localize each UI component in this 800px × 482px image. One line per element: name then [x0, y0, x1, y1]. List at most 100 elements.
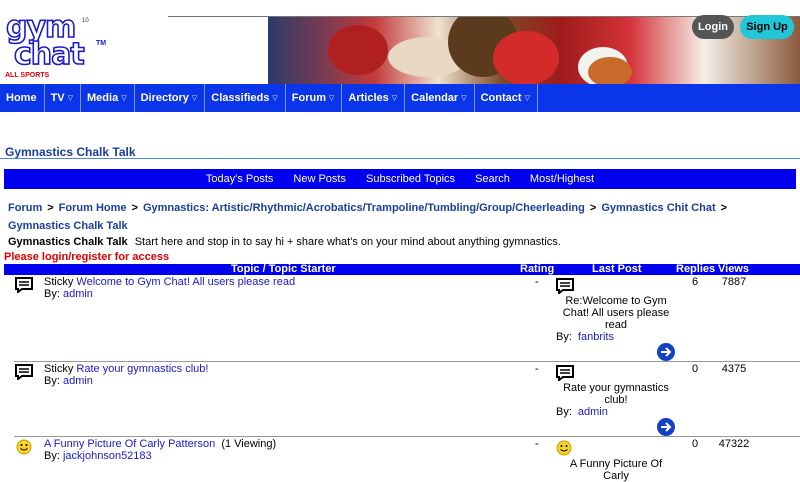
last-post-author: By: fanbrits: [556, 331, 614, 343]
header-rating: Rating: [520, 263, 555, 275]
starter-link[interactable]: jackjohnson52183: [63, 450, 152, 462]
site-header: gym chat 10 TM ALL SPORTS Login Sign Up: [0, 0, 800, 84]
chevron-down-icon: ▽: [272, 95, 278, 102]
table-row: Sticky Welcome to Gym Chat! All users pl…: [0, 276, 800, 361]
topic-rating: -: [535, 438, 539, 450]
sticky-label: Sticky: [44, 276, 74, 288]
breadcrumb-chit-chat[interactable]: Gymnastics Chit Chat: [601, 202, 715, 214]
gymchat-logo[interactable]: gym chat 10 TM ALL SPORTS: [4, 10, 107, 84]
last-post-author-link[interactable]: fanbrits: [578, 331, 614, 343]
header-topic: Topic / Topic Starter: [231, 263, 336, 275]
chevron-down-icon: ▽: [191, 95, 198, 102]
topic-title: A Funny Picture Of Carly Patterson (1 Vi…: [44, 438, 276, 450]
topic-replies: 6: [691, 276, 699, 288]
by-label: By:: [556, 406, 572, 418]
breadcrumb: Forum > Forum Home > Gymnastics: Artistic/Rh…: [8, 199, 788, 235]
nav-item-tv[interactable]: TV ▽: [45, 84, 82, 112]
forum-description: Gymnastics Chalk Talk Start here and sto…: [8, 236, 561, 248]
topic-replies: 0: [691, 363, 699, 375]
topics-table-header: Topic / Topic Starter Rating Last Post R…: [4, 264, 800, 275]
logo-tagline: ALL SPORTS: [5, 72, 50, 79]
by-label: By:: [44, 288, 60, 300]
nav-item-label: Media: [87, 92, 119, 104]
chevron-down-icon: ▽: [524, 95, 530, 102]
nav-item-classifieds[interactable]: Classifieds ▽: [205, 84, 286, 112]
topic-starter: By: admin: [44, 288, 93, 300]
todays-posts-link[interactable]: Today's Posts: [206, 173, 274, 185]
last-post-author: By: admin: [556, 406, 608, 418]
nav-item-directory[interactable]: Directory ▽: [135, 84, 206, 112]
chevron-down-icon: ▽: [329, 95, 335, 102]
topic-link[interactable]: Rate your gymnastics club!: [76, 363, 208, 375]
nav-item-home[interactable]: Home: [0, 84, 45, 112]
table-row: Sticky Rate your gymnastics club! By: ad…: [0, 363, 800, 437]
signup-button[interactable]: Sign Up: [740, 15, 794, 39]
last-post-author-link[interactable]: admin: [578, 406, 608, 418]
login-notice[interactable]: Please login/register for access: [4, 251, 169, 263]
nav-item-calendar[interactable]: Calendar ▽: [405, 84, 475, 112]
nav-item-contact[interactable]: Contact ▽: [475, 84, 538, 112]
nav-item-label: Classifieds: [211, 92, 270, 104]
topic-views: 7887: [721, 276, 747, 288]
topic-views: 4375: [721, 363, 747, 375]
nav-item-forum[interactable]: Forum ▽: [286, 84, 343, 112]
go-to-last-post-icon[interactable]: [657, 418, 675, 436]
topic-views: 47322: [718, 438, 750, 450]
header-last-post: Last Post: [592, 263, 642, 275]
topic-link[interactable]: A Funny Picture Of Carly Patterson: [44, 438, 215, 450]
starter-link[interactable]: admin: [63, 375, 93, 387]
comment-icon: [15, 277, 33, 296]
logo-wordmark: gym chat: [5, 10, 85, 72]
nav-item-label: Forum: [291, 92, 326, 104]
go-to-last-post-icon[interactable]: [657, 343, 675, 361]
chevron-down-icon: ▽: [121, 95, 127, 102]
breadcrumb-gymnastics[interactable]: Gymnastics: Artistic/Rhythmic/Acrobatics…: [143, 202, 585, 214]
smiley-icon: [16, 439, 32, 458]
smiley-icon: [556, 440, 572, 459]
topic-rating: -: [535, 363, 539, 375]
breadcrumb-chalk-talk[interactable]: Gymnastics Chalk Talk: [8, 220, 128, 232]
topic-link[interactable]: Welcome to Gym Chat! All users please re…: [76, 276, 295, 288]
nav-item-label: Contact: [480, 92, 522, 104]
logo-version: 10: [82, 18, 89, 24]
nav-item-label: Directory: [140, 92, 189, 104]
nav-item-media[interactable]: Media ▽: [81, 84, 135, 112]
logo-trademark: TM: [96, 40, 107, 47]
chevron-down-icon: ▽: [67, 95, 74, 102]
chevron-down-icon: ▽: [461, 95, 467, 102]
header-replies: Replies: [676, 263, 716, 275]
breadcrumb-forum[interactable]: Forum: [8, 202, 42, 214]
breadcrumb-separator: >: [47, 202, 54, 214]
breadcrumb-separator: >: [131, 202, 138, 214]
topic-title: Sticky Welcome to Gym Chat! All users pl…: [44, 276, 295, 288]
nav-item-label: TV: [50, 92, 65, 104]
search-link[interactable]: Search: [475, 173, 510, 185]
login-button[interactable]: Login: [692, 15, 734, 39]
forum-description-text: Start here and stop in to say hi + share…: [134, 236, 561, 248]
title-divider: [0, 158, 800, 159]
forum-name: Gymnastics Chalk Talk: [8, 236, 128, 248]
last-post-title[interactable]: A Funny Picture Of Carly: [556, 458, 676, 482]
chevron-down-icon: ▽: [391, 95, 398, 102]
topic-starter: By: jackjohnson52183: [44, 450, 152, 462]
breadcrumb-separator: >: [589, 202, 597, 214]
topic-replies: 0: [691, 438, 699, 450]
nav-item-label: Home: [6, 92, 37, 104]
last-post-title[interactable]: Rate your gymnastics club!: [556, 382, 676, 406]
most-highest-link[interactable]: Most/Highest: [530, 173, 594, 185]
table-row: A Funny Picture Of Carly Patterson (1 Vi…: [0, 438, 800, 482]
breadcrumb-separator: >: [720, 202, 728, 214]
nav-item-label: Calendar: [411, 92, 459, 104]
breadcrumb-forum-home[interactable]: Forum Home: [59, 202, 127, 214]
last-post-title[interactable]: Re:Welcome to Gym Chat! All users please…: [556, 295, 676, 331]
starter-link[interactable]: admin: [63, 288, 93, 300]
nav-item-articles[interactable]: Articles ▽: [342, 84, 406, 112]
row-divider: [14, 361, 800, 362]
new-posts-link[interactable]: New Posts: [293, 173, 346, 185]
subscribed-topics-link[interactable]: Subscribed Topics: [366, 173, 455, 185]
nav-item-label: Articles: [348, 92, 389, 104]
by-label: By:: [44, 375, 60, 387]
comment-icon: [15, 364, 33, 383]
topic-rating: -: [535, 276, 539, 288]
topic-title: Sticky Rate your gymnastics club!: [44, 363, 208, 375]
